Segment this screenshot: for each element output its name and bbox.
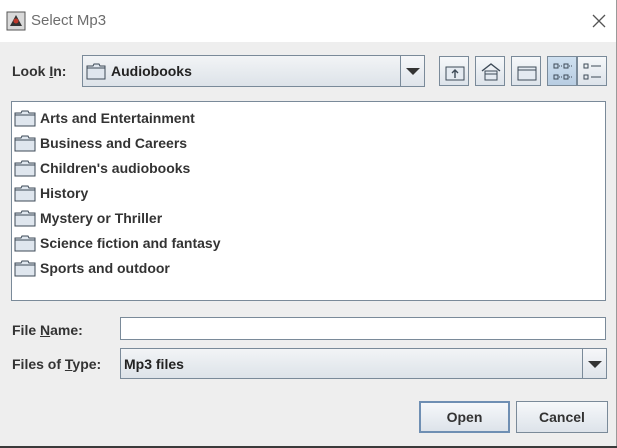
folder-icon — [14, 260, 36, 277]
home-button[interactable] — [475, 56, 505, 86]
file-type-label-prefix: Files of — [12, 356, 65, 372]
file-type-label-suffix: ype: — [72, 356, 102, 372]
file-name-field[interactable] — [120, 317, 606, 340]
list-item-label: Mystery or Thriller — [40, 210, 163, 226]
new-folder-button[interactable] — [511, 56, 541, 86]
select-mp3-dialog: Select Mp3 Look In: Audiobooks Arts and … — [0, 0, 617, 446]
file-name-label-suffix: ame: — [50, 322, 83, 338]
folder-icon — [14, 235, 36, 252]
look-in-label-prefix: Look — [12, 63, 50, 79]
look-in-label-suffix: n: — [53, 63, 67, 79]
open-button[interactable]: Open — [419, 401, 510, 433]
file-list[interactable]: Arts and Entertainment Business and Care… — [11, 101, 606, 301]
list-view-button[interactable] — [547, 56, 577, 86]
up-one-level-icon — [445, 66, 465, 81]
file-name-label: File Name: — [12, 322, 83, 338]
details-view-icon — [583, 63, 601, 80]
up-one-level-button[interactable] — [439, 56, 469, 86]
folder-icon — [86, 63, 106, 80]
title-bar: Select Mp3 — [0, 0, 616, 42]
list-item-label: History — [40, 185, 89, 201]
list-item-label: Sports and outdoor — [40, 260, 170, 276]
folder-icon — [14, 160, 36, 177]
file-type-value: Mp3 files — [124, 356, 184, 372]
folder-icon — [14, 185, 36, 202]
java-duke-icon — [6, 11, 26, 31]
home-icon — [481, 63, 501, 81]
file-name-label-mnemonic: N — [40, 322, 51, 338]
list-item-label: Business and Careers — [40, 135, 188, 151]
list-item-label: Children's audiobooks — [40, 160, 191, 176]
chevron-down-icon[interactable] — [582, 349, 606, 378]
file-type-combobox[interactable]: Mp3 files — [120, 348, 607, 379]
cancel-button[interactable]: Cancel — [516, 401, 608, 433]
chevron-down-icon[interactable] — [400, 56, 424, 86]
file-type-label: Files of Type: — [12, 356, 101, 372]
list-view-icon — [553, 63, 572, 80]
folder-icon — [14, 210, 36, 227]
list-item-label: Arts and Entertainment — [40, 110, 195, 126]
list-item-label: Science fiction and fantasy — [40, 235, 221, 251]
new-folder-icon — [517, 66, 537, 81]
details-view-button[interactable] — [577, 56, 607, 86]
folder-icon — [14, 110, 36, 127]
close-icon[interactable] — [588, 10, 610, 32]
file-name-label-prefix: File — [12, 322, 41, 338]
window-title: Select Mp3 — [31, 12, 107, 29]
look-in-value: Audiobooks — [111, 63, 192, 79]
folder-icon — [14, 135, 36, 152]
look-in-label: Look In: — [12, 63, 66, 79]
look-in-combobox[interactable]: Audiobooks — [82, 55, 425, 87]
